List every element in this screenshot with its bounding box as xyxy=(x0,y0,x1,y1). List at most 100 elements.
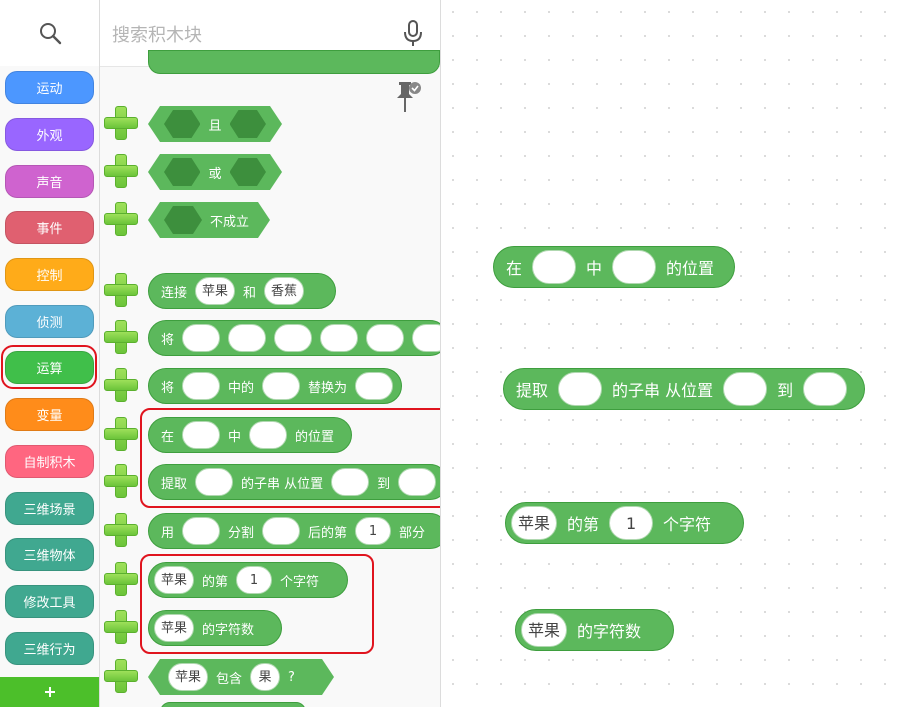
add-block-icon[interactable] xyxy=(104,154,138,188)
pin-icon[interactable] xyxy=(395,80,421,114)
join-label: 连接 xyxy=(161,285,188,301)
replace-label: 中的 xyxy=(228,380,255,396)
boolean-slot[interactable] xyxy=(164,206,202,234)
position-label: 在 xyxy=(506,259,523,278)
category-motion[interactable]: 运动 xyxy=(5,71,94,104)
not-label: 不成立 xyxy=(210,214,250,230)
add-block-icon[interactable] xyxy=(104,610,138,644)
block-search-input[interactable] xyxy=(110,20,394,50)
cut-off-block[interactable] xyxy=(160,702,306,707)
empty-slot[interactable] xyxy=(274,324,313,352)
join-block[interactable]: 连接 苹果 和 香蕉 xyxy=(148,273,336,309)
selected-category-highlight xyxy=(1,345,97,389)
script-workspace[interactable]: 在 中 的位置 提取 的子串 从位置 到 苹果 的第 1 个字符 苹果 的字符数 xyxy=(441,0,899,707)
category-my-blocks[interactable]: 自制积木 xyxy=(5,445,94,478)
microphone-icon[interactable] xyxy=(402,20,424,48)
position-label: 的位置 xyxy=(666,259,715,278)
empty-slot[interactable] xyxy=(412,324,440,352)
boolean-slot[interactable] xyxy=(164,110,200,138)
char-at-label: 个字符 xyxy=(663,515,712,534)
split-block[interactable]: 用 分割 后的第 1 部分 xyxy=(148,513,440,549)
category-modify-tools[interactable]: 修改工具 xyxy=(5,585,94,618)
empty-slot[interactable] xyxy=(320,324,359,352)
add-block-icon[interactable] xyxy=(104,368,138,402)
split-label: 分割 xyxy=(228,525,255,541)
empty-slot[interactable] xyxy=(262,517,301,545)
category-3d-scene[interactable]: 三维场景 xyxy=(5,492,94,525)
workspace-char-at-block[interactable]: 苹果 的第 1 个字符 xyxy=(505,502,744,544)
set-block[interactable]: 将 xyxy=(148,320,440,356)
empty-slot[interactable] xyxy=(612,250,657,284)
contains-block[interactable]: 苹果 包含 果 ? xyxy=(148,659,334,695)
category-3d-behavior[interactable]: 三维行为 xyxy=(5,632,94,665)
category-control[interactable]: 控制 xyxy=(5,258,94,291)
empty-slot[interactable] xyxy=(182,372,221,400)
replace-label: 将 xyxy=(161,380,175,396)
split-label: 后的第 xyxy=(308,525,348,541)
empty-slot[interactable] xyxy=(355,372,394,400)
char-at-label: 的第 xyxy=(567,515,600,534)
or-block[interactable]: 或 xyxy=(148,154,282,190)
empty-slot[interactable] xyxy=(228,324,267,352)
empty-slot[interactable] xyxy=(532,250,577,284)
boolean-slot[interactable] xyxy=(164,158,200,186)
add-block-icon[interactable] xyxy=(104,659,138,693)
category-looks[interactable]: 外观 xyxy=(5,118,94,151)
and-block[interactable]: 且 xyxy=(148,106,282,142)
workspace-length-block[interactable]: 苹果 的字符数 xyxy=(515,609,674,651)
number-slot[interactable]: 1 xyxy=(355,517,392,545)
add-block-icon[interactable] xyxy=(104,273,138,307)
boolean-slot[interactable] xyxy=(230,110,266,138)
contains-question-mark: ? xyxy=(288,669,295,685)
search-tile[interactable] xyxy=(0,0,100,67)
split-label: 部分 xyxy=(399,525,426,541)
contains-label: 包含 xyxy=(216,671,243,687)
add-block-icon[interactable] xyxy=(104,106,138,140)
empty-slot[interactable] xyxy=(803,372,848,406)
empty-slot[interactable] xyxy=(182,324,221,352)
or-label: 或 xyxy=(208,166,222,182)
join-and-label: 和 xyxy=(243,285,257,301)
length-label: 的字符数 xyxy=(577,622,642,641)
text-slot[interactable]: 香蕉 xyxy=(264,277,305,305)
boolean-slot[interactable] xyxy=(230,158,266,186)
text-slot[interactable]: 苹果 xyxy=(511,506,558,540)
add-block-icon[interactable] xyxy=(104,562,138,596)
workspace-position-of-block[interactable]: 在 中 的位置 xyxy=(493,246,735,288)
empty-slot[interactable] xyxy=(723,372,768,406)
empty-slot[interactable] xyxy=(558,372,603,406)
extension-button[interactable] xyxy=(0,677,99,707)
text-slot[interactable]: 苹果 xyxy=(168,663,208,691)
highlight-box xyxy=(140,554,374,654)
text-slot[interactable]: 果 xyxy=(250,663,280,691)
substring-label: 到 xyxy=(777,381,794,400)
replace-block[interactable]: 将 中的 替换为 xyxy=(148,368,402,404)
add-block-icon[interactable] xyxy=(104,417,138,451)
add-block-icon[interactable] xyxy=(104,464,138,498)
category-variables[interactable]: 变量 xyxy=(5,398,94,431)
category-sensing[interactable]: 侦测 xyxy=(5,305,94,338)
category-3d-object[interactable]: 三维物体 xyxy=(5,538,94,571)
text-slot[interactable]: 苹果 xyxy=(195,277,236,305)
number-slot[interactable]: 1 xyxy=(609,506,654,540)
add-block-icon[interactable] xyxy=(104,513,138,547)
set-label: 将 xyxy=(161,332,175,348)
search-icon[interactable] xyxy=(38,21,62,45)
add-extension-icon xyxy=(44,687,55,697)
replace-label: 替换为 xyxy=(308,380,348,396)
position-label: 中 xyxy=(586,259,603,278)
text-slot[interactable]: 苹果 xyxy=(521,613,568,647)
not-block[interactable]: 不成立 xyxy=(148,202,270,238)
cut-off-block[interactable] xyxy=(148,50,440,74)
highlight-box xyxy=(140,408,440,508)
add-block-icon[interactable] xyxy=(104,320,138,354)
empty-slot[interactable] xyxy=(182,517,221,545)
workspace-substring-block[interactable]: 提取 的子串 从位置 到 xyxy=(503,368,865,410)
empty-slot[interactable] xyxy=(366,324,405,352)
add-block-icon[interactable] xyxy=(104,202,138,236)
substring-label: 的子串 从位置 xyxy=(612,381,714,400)
category-events[interactable]: 事件 xyxy=(5,211,94,244)
and-label: 且 xyxy=(208,118,222,134)
category-sound[interactable]: 声音 xyxy=(5,165,94,198)
empty-slot[interactable] xyxy=(262,372,301,400)
